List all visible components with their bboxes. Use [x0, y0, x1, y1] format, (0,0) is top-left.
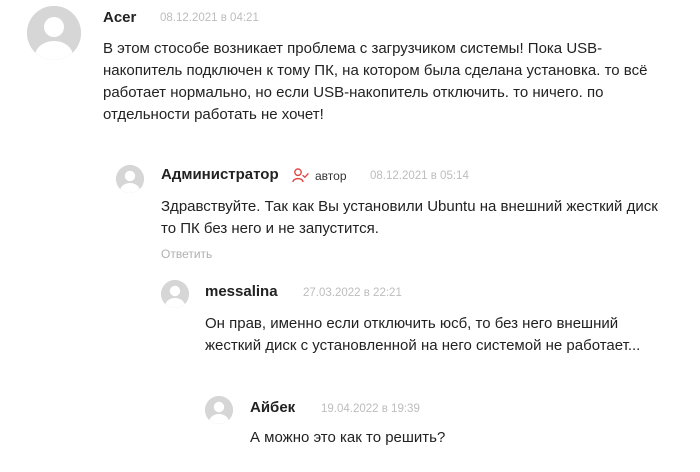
user-avatar-icon — [161, 280, 189, 308]
comment-text-line: А можно это как то решить? — [250, 429, 446, 446]
user-avatar-icon — [116, 165, 144, 193]
comment-text-line: работает нормально, но если USB-накопите… — [103, 84, 604, 101]
comments-thread: Acer 08.12.2021 в 04:21 В этом стособе в… — [0, 0, 700, 472]
comment-author[interactable]: Айбек — [250, 399, 295, 416]
avatar[interactable] — [205, 396, 233, 424]
comment-text: Здравствуйте. Так как Вы установили Ubun… — [161, 196, 691, 240]
user-check-icon — [292, 168, 309, 183]
comment-text: В этом стособе возникает проблема с загр… — [103, 38, 693, 126]
comment-text: Он прав, именно если отключить юсб, то б… — [205, 313, 685, 357]
comment-text-line: накопитель подключен к тому ПК, на котор… — [103, 62, 648, 79]
comment-text-line: Здравствуйте. Так как Вы установили Ubun… — [161, 198, 658, 215]
comment-messalina: messalina 27.03.2022 в 22:21 Он прав, им… — [0, 270, 700, 360]
avatar[interactable] — [116, 165, 144, 193]
avatar[interactable] — [161, 280, 189, 308]
reply-link[interactable]: Ответить — [161, 247, 212, 261]
user-avatar-icon — [27, 6, 81, 60]
comment-admin: Администратор автор 08.12.2021 в 05:14 З… — [0, 150, 700, 265]
author-badge-label: автор — [315, 168, 347, 183]
comment-author[interactable]: Acer — [103, 9, 136, 26]
comment-text-line: Он прав, именно если отключить юсб, то б… — [205, 315, 619, 332]
comment-text-line: жесткий диск с установленной на него сис… — [205, 337, 641, 354]
comment-author[interactable]: Администратор — [161, 166, 279, 183]
comment-date[interactable]: 08.12.2021 в 05:14 — [370, 170, 469, 182]
author-badge: автор — [292, 168, 347, 183]
comment-author[interactable]: messalina — [205, 283, 278, 300]
avatar[interactable] — [27, 6, 81, 60]
comment-date[interactable]: 19.04.2022 в 19:39 — [321, 403, 420, 415]
user-avatar-icon — [205, 396, 233, 424]
comment-text-line: то ПК без него и не запустится. — [161, 220, 379, 237]
comment-acer: Acer 08.12.2021 в 04:21 В этом стособе в… — [0, 0, 700, 130]
comment-date[interactable]: 08.12.2021 в 04:21 — [160, 12, 259, 24]
comment-text: А можно это как то решить? — [250, 427, 680, 449]
comment-text-line: В этом стособе возникает проблема с загр… — [103, 40, 603, 57]
comment-aibek: Айбек 19.04.2022 в 19:39 А можно это как… — [0, 390, 700, 472]
comment-text-line: отдельности работать не хочет! — [103, 106, 324, 123]
comment-date[interactable]: 27.03.2022 в 22:21 — [303, 287, 402, 299]
